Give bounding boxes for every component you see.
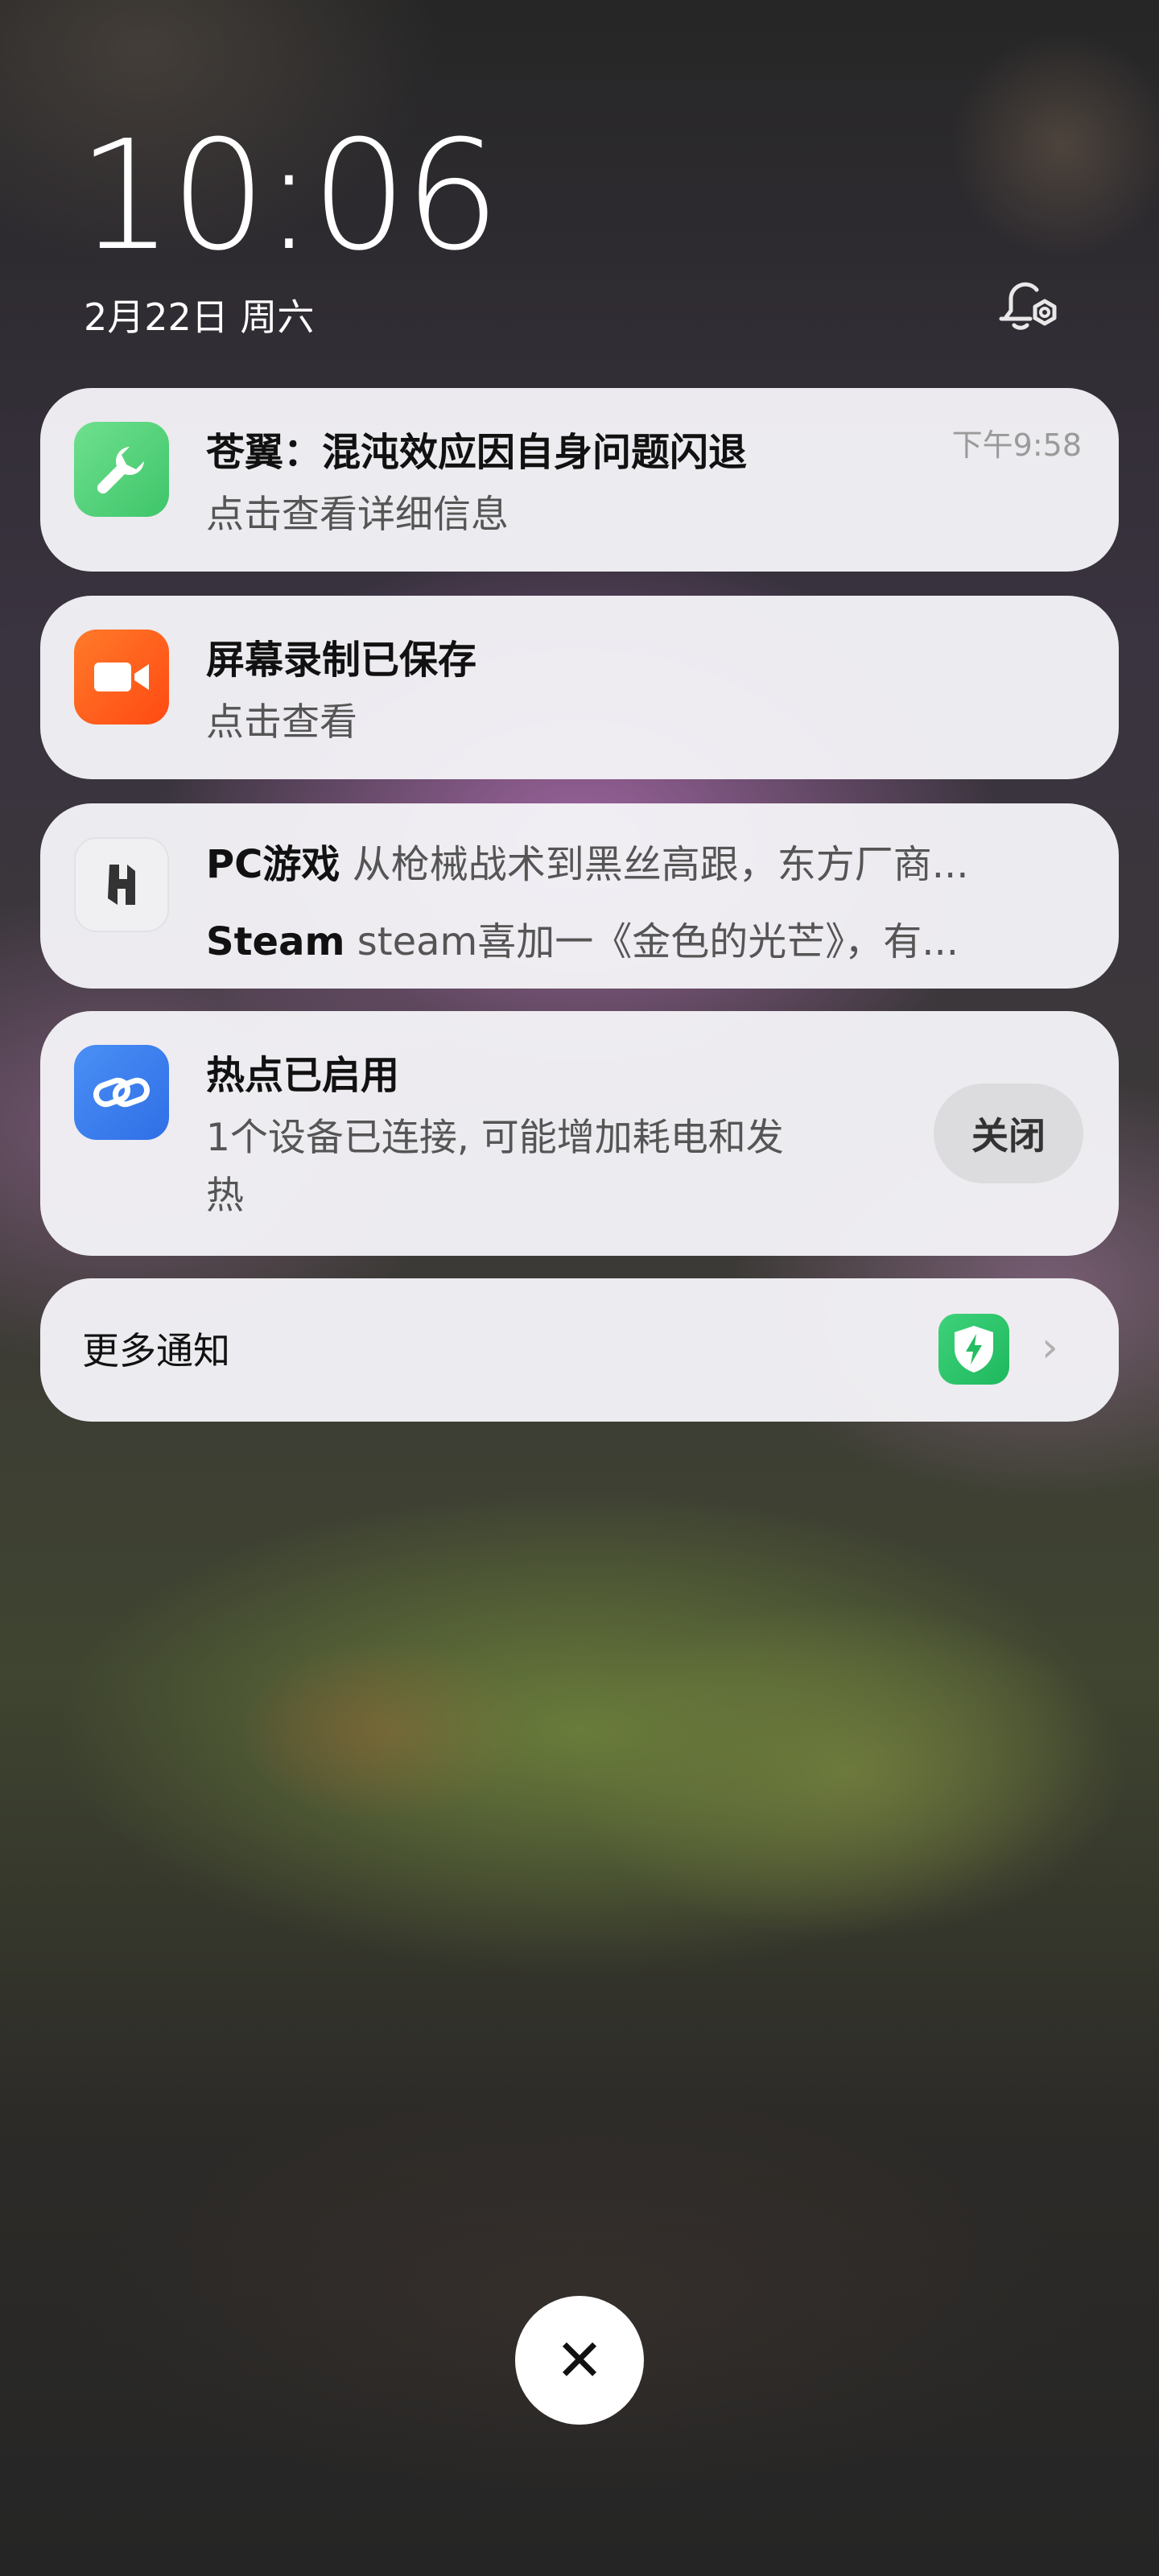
lockscreen-date: 2月22日 周六	[84, 295, 315, 339]
notification-screen-recording[interactable]: 屏幕录制已保存 点击查看	[40, 596, 1119, 779]
shield-lightning-icon	[938, 1314, 1009, 1385]
notification-app-crash[interactable]: 苍翼：混沌效应因自身问题闪退 点击查看详细信息 下午9:58	[40, 388, 1119, 572]
wrench-icon	[74, 422, 169, 517]
notification-text: 点击查看详细信息	[206, 493, 509, 537]
notification-title: 屏幕录制已保存	[206, 638, 477, 683]
more-notifications-label: 更多通知	[82, 1329, 230, 1373]
notification-line-steam: Steam steam喜加一《金色的光芒》，有...	[206, 910, 1075, 966]
notification-settings-icon[interactable]	[992, 269, 1066, 343]
notification-game-center[interactable]: PC游戏 从枪械战术到黑丝高跟，东方厂商... Steam steam喜加一《金…	[40, 803, 1119, 989]
notification-title: 热点已启用	[206, 1053, 400, 1098]
message-preview: steam喜加一《金色的光芒》，有...	[357, 919, 959, 964]
sender-name: PC游戏	[206, 842, 340, 887]
more-notifications[interactable]: 更多通知 ›	[40, 1278, 1119, 1422]
turn-off-hotspot-button[interactable]: 关闭	[934, 1084, 1083, 1183]
notification-hotspot[interactable]: 热点已启用 1个设备已连接, 可能增加耗电和发 热 关闭	[40, 1011, 1119, 1256]
notification-title: 苍翼：混沌效应因自身问题闪退	[206, 430, 748, 475]
notification-text: 点击查看	[206, 700, 357, 745]
chevron-right-icon: ›	[1041, 1323, 1058, 1372]
sender-name: Steam	[206, 919, 345, 964]
notification-line-pc-games: PC游戏 从枪械战术到黑丝高跟，东方厂商...	[206, 832, 1075, 889]
notification-text-continued: 热	[206, 1174, 244, 1218]
video-camera-icon	[74, 630, 169, 724]
notification-text: 1个设备已连接, 可能增加耗电和发	[206, 1116, 784, 1160]
message-preview: 从枪械战术到黑丝高跟，东方厂商...	[352, 842, 969, 887]
lockscreen-clock: 10:06	[77, 108, 501, 284]
notification-time: 下午9:58	[951, 427, 1082, 463]
link-icon	[74, 1045, 169, 1140]
close-icon: ✕	[555, 2326, 604, 2394]
clear-all-button[interactable]: ✕	[515, 2296, 644, 2425]
game-center-icon	[74, 837, 169, 932]
